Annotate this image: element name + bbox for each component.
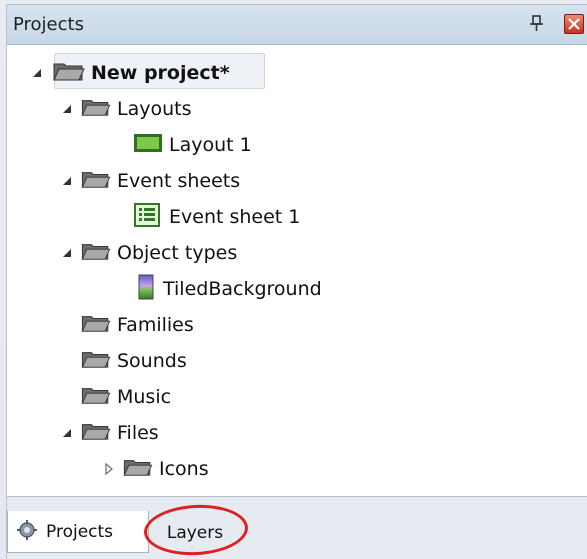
tree-item-tiled-background[interactable]: TiledBackground — [135, 271, 322, 306]
tree-item-label: Files — [117, 421, 159, 444]
folder-icon — [53, 60, 85, 86]
pin-icon[interactable] — [528, 14, 546, 34]
tree-item-label: Sounds — [117, 349, 187, 372]
folder-icon — [123, 457, 153, 481]
expanded-arrow-icon[interactable] — [59, 101, 75, 117]
folder-icon — [81, 421, 111, 445]
panel-titlebar: Projects — [7, 5, 587, 45]
tree-item-sounds[interactable]: Sounds — [81, 343, 187, 378]
tree-item-label: New project* — [91, 61, 230, 84]
expanded-arrow-icon[interactable] — [59, 245, 75, 261]
projects-panel: Projects New project* Layouts Layout 1 E… — [6, 4, 587, 559]
tree-item-music[interactable]: Music — [81, 379, 171, 414]
folder-icon — [81, 241, 111, 265]
event-sheet-icon — [133, 202, 163, 231]
expanded-arrow-icon[interactable] — [29, 65, 45, 81]
tree-item-root[interactable]: New project* — [29, 55, 230, 90]
tree-item-families[interactable]: Families — [81, 307, 194, 342]
tree-item-label: Layouts — [117, 97, 192, 120]
folder-icon — [81, 169, 111, 193]
tree-item-label: Music — [117, 385, 172, 408]
tree-item-event-sheets[interactable]: Event sheets — [59, 163, 240, 198]
expanded-arrow-icon[interactable] — [59, 425, 75, 441]
expanded-arrow-icon[interactable] — [59, 173, 75, 189]
tiled-background-icon — [135, 274, 157, 304]
tree-item-label: Families — [117, 313, 194, 336]
collapsed-arrow-icon[interactable] — [101, 461, 117, 477]
tree-item-label: Event sheets — [117, 169, 241, 192]
close-icon[interactable] — [564, 14, 584, 34]
folder-icon — [81, 349, 111, 373]
folder-icon — [81, 313, 111, 337]
tree-item-label: Event sheet 1 — [169, 205, 301, 228]
tab-projects-label: Projects — [46, 521, 114, 542]
tree-item-layout1[interactable]: Layout 1 — [133, 127, 252, 162]
gear-icon — [16, 519, 38, 545]
tree-item-files[interactable]: Files — [59, 415, 159, 450]
folder-icon — [81, 385, 111, 409]
tree-item-label: Icons — [159, 457, 209, 480]
tree-item-label: Object types — [117, 241, 238, 264]
tree-item-layouts[interactable]: Layouts — [59, 91, 192, 126]
bottom-tab-strip: Projects Layers — [7, 496, 587, 559]
tree-item-label: Layout 1 — [169, 133, 252, 156]
tree-item-event-sheet1[interactable]: Event sheet 1 — [133, 199, 300, 234]
tree-item-icons[interactable]: Icons — [101, 451, 209, 486]
layout-icon — [133, 132, 163, 158]
panel-title: Projects — [13, 14, 84, 35]
tab-projects[interactable]: Projects — [7, 511, 149, 553]
tree-item-object-types[interactable]: Object types — [59, 235, 237, 270]
folder-icon — [81, 97, 111, 121]
tree-item-label: TiledBackground — [163, 277, 322, 300]
